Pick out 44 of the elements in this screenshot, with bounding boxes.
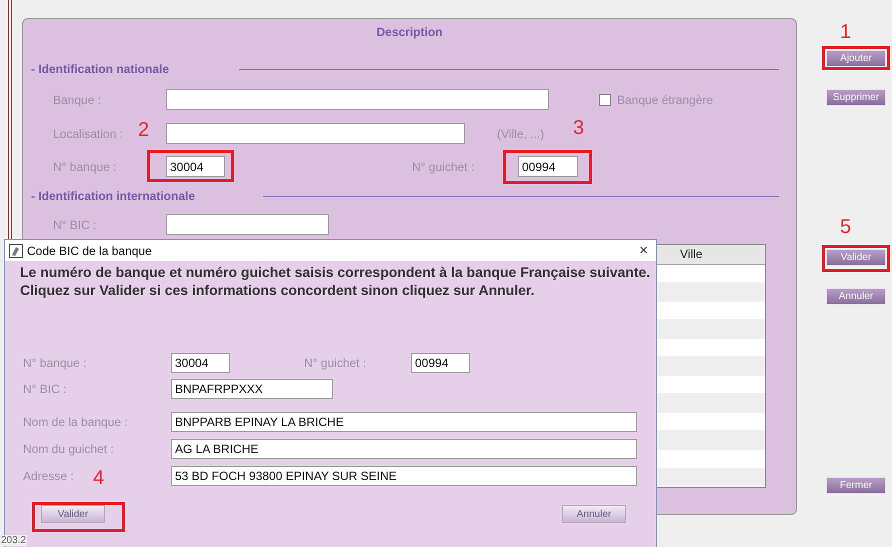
input-field[interactable]: AG LA BRICHE xyxy=(171,439,637,459)
field-label: N° BIC : xyxy=(53,218,96,232)
field-label: Localisation : xyxy=(53,126,124,140)
field-hint: (Ville, ...) xyxy=(497,126,544,140)
field-label: Banque : xyxy=(53,92,102,106)
checkbox[interactable] xyxy=(599,94,611,106)
field-label: N° guichet : xyxy=(412,160,476,174)
column-header: Ville xyxy=(680,247,702,262)
version-text: 203.2 xyxy=(0,535,28,546)
dialog-button[interactable]: Annuler xyxy=(562,505,626,523)
input-field[interactable]: 00994 xyxy=(411,353,470,373)
panel-title: Description xyxy=(375,25,444,41)
app-icon xyxy=(9,244,23,258)
message-text: Cliquez sur Valider si ces informations concordent sinon cliquez sur Annuler. xyxy=(20,281,536,299)
dialog-button[interactable]: Valider xyxy=(41,505,105,523)
dialog-title: Code BIC de la banque xyxy=(27,244,153,258)
input-field[interactable]: 30004 xyxy=(171,353,230,373)
section-heading: - Identification internationale xyxy=(31,189,196,203)
input-field[interactable] xyxy=(166,89,549,110)
field-label: N° banque : xyxy=(23,356,87,370)
field-label: N° banque : xyxy=(53,160,117,174)
input-field[interactable]: BNPPARB EPINAY LA BRICHE xyxy=(171,412,637,432)
annotation-number: 2 xyxy=(138,119,150,141)
annotation-number: 4 xyxy=(93,467,104,489)
input-field[interactable]: BNPAFRPPXXX xyxy=(171,379,333,399)
annotation-frame xyxy=(822,245,890,272)
input-field[interactable]: 30004 xyxy=(166,156,225,177)
input-field[interactable]: 53 BD FOCH 93800 EPINAY SUR SEINE xyxy=(171,466,637,486)
annotation-number: 1 xyxy=(840,21,852,43)
input-field[interactable] xyxy=(166,123,465,144)
field-label: N° BIC : xyxy=(23,382,66,396)
field-label: Adresse : xyxy=(23,469,74,483)
field-label: Nom du guichet : xyxy=(23,442,114,456)
field-label: N° guichet : xyxy=(304,356,366,370)
annotation-frame xyxy=(822,46,890,70)
section-heading: - Identification nationale xyxy=(31,62,170,76)
message-text: Le numéro de banque et numéro guichet saisis correspondent à la banque Française suivante. xyxy=(20,263,652,281)
close-button[interactable]: × xyxy=(639,243,648,258)
input-field[interactable]: 00994 xyxy=(518,156,578,177)
annotation-number: 3 xyxy=(573,117,584,139)
annotation-number: 5 xyxy=(840,216,852,238)
input-field[interactable] xyxy=(166,214,329,235)
checkbox-label: Banque étrangère xyxy=(617,92,714,106)
field-label: Nom de la banque : xyxy=(23,415,128,429)
